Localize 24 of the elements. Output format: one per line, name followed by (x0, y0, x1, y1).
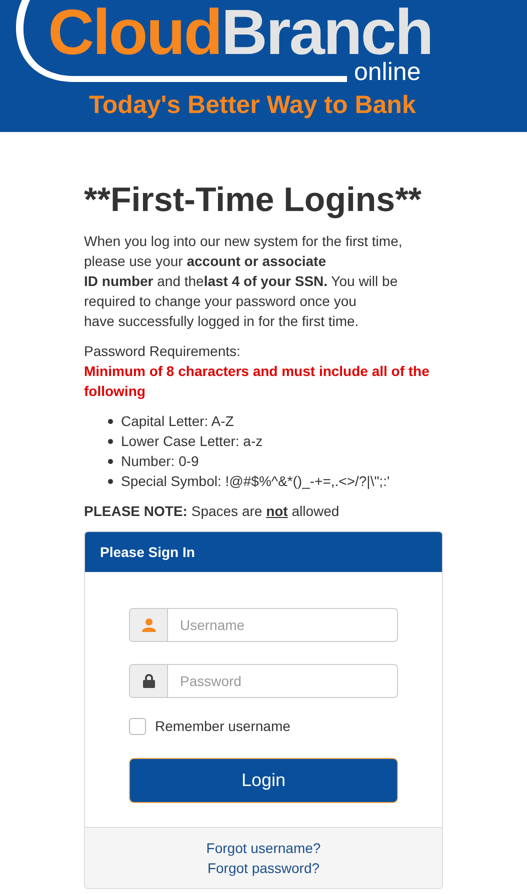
login-button[interactable]: Login (129, 758, 398, 803)
forgot-link[interactable]: Forgot password? (207, 858, 320, 878)
input-field[interactable]: Username (168, 608, 398, 642)
bullet-icon (108, 418, 113, 424)
requirement-item: Number: 0-9 (121, 452, 199, 471)
bullet-icon (108, 458, 113, 464)
intro-paragraph: When you log into our new system for the first time, please use your account or associate ID number and thelast 4 of your SSN. You will be required to change your password once you have successfully logged in for the first time. (84, 232, 404, 331)
note-text: PLEASE NOTE: Spaces are not allowed (84, 502, 340, 521)
requirements-warning: Minimum of 8 characters and must include all of the following (84, 362, 430, 401)
checkbox[interactable] (129, 718, 146, 735)
requirement-item: Capital Letter: A-Z (121, 412, 234, 431)
bullet-icon (108, 438, 113, 444)
input-field[interactable]: Password (168, 664, 398, 698)
requirements-heading: Password Requirements: (84, 342, 242, 361)
forgot-link[interactable]: Forgot username? (206, 838, 321, 858)
card-title: Please Sign In (100, 542, 195, 562)
page-title: **First-Time Logins** (84, 180, 423, 221)
user-icon (142, 618, 156, 632)
lock-icon (142, 674, 154, 688)
tagline: Today's Better Way to Bank (89, 90, 416, 120)
requirement-item: Special Symbol: !@#$%^&*()_-+=,.<>/?|\";:' (121, 472, 390, 491)
remember-label: Remember username (155, 717, 290, 736)
bullet-icon (108, 478, 113, 484)
requirement-item: Lower Case Letter: a-z (121, 432, 263, 451)
